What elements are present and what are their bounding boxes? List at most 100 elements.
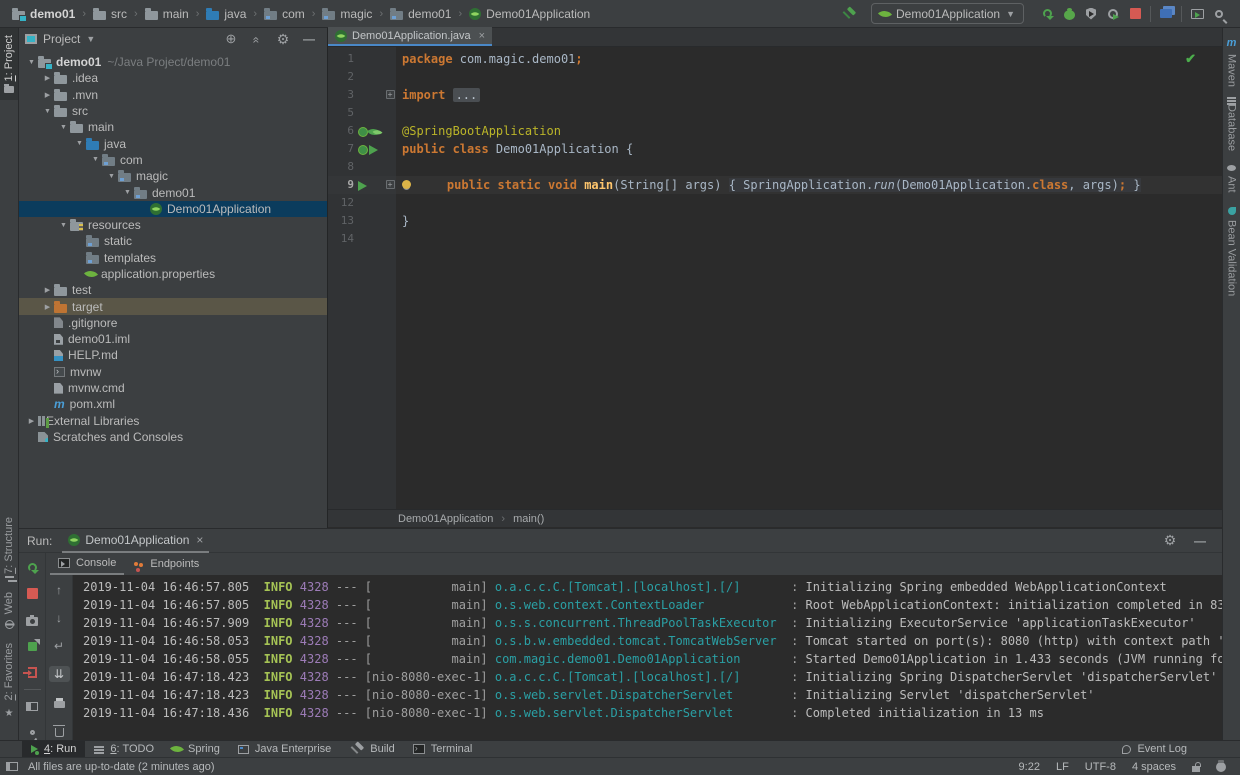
code-line[interactable]: 7public class Demo01Application { (328, 140, 1222, 158)
code-line[interactable]: 5 (328, 104, 1222, 122)
tree-item[interactable]: static (19, 233, 327, 249)
debug-button[interactable] (1058, 3, 1080, 25)
dump-threads-button[interactable] (22, 639, 43, 653)
tree-item[interactable]: Scratches and Consoles (19, 429, 327, 445)
breadcrumb-item[interactable]: demo01 (388, 7, 453, 21)
code-line[interactable]: 8 (328, 158, 1222, 176)
toolwindow-button-terminal[interactable]: Terminal (404, 741, 482, 758)
restore-layout-button[interactable] (22, 699, 43, 713)
leaves-gutter-button[interactable] (369, 122, 379, 140)
locate-file-button[interactable] (223, 31, 239, 47)
tree-item[interactable]: .gitignore (19, 315, 327, 331)
breadcrumb-item[interactable]: main (143, 7, 191, 21)
toolwindow-button-spring[interactable]: Spring (163, 741, 229, 758)
tree-item[interactable]: ▶.idea (19, 70, 327, 86)
editor-tab[interactable]: Demo01Application.java × (328, 27, 492, 46)
editor-breadcrumb-item[interactable]: Demo01Application (398, 513, 493, 525)
code-line[interactable]: 1package com.magic.demo01; (328, 50, 1222, 68)
tree-item[interactable]: ▶External Libraries (19, 413, 327, 429)
code-line[interactable]: 12 (328, 194, 1222, 212)
run-button[interactable] (1036, 3, 1058, 25)
run-tab[interactable]: Demo01Application × (62, 529, 209, 553)
run-anything-button[interactable] (1186, 3, 1208, 25)
inspections-ok-icon[interactable]: ✔ (1185, 51, 1196, 67)
stop-application-button[interactable] (22, 586, 43, 600)
fold-marker-icon[interactable]: + (386, 90, 395, 99)
tree-item[interactable]: Demo01Application (19, 201, 327, 217)
code-line[interactable]: 13} (328, 212, 1222, 230)
next-occurrence-button[interactable] (49, 610, 70, 626)
print-button[interactable] (49, 694, 70, 710)
code-line[interactable]: 6@SpringBootApplication (328, 122, 1222, 140)
toolwindow-button-1-project[interactable]: 1: Project (0, 28, 18, 100)
stop-button[interactable] (1124, 3, 1146, 25)
clear-all-button[interactable] (49, 722, 70, 738)
soft-wrap-button[interactable] (49, 638, 70, 654)
tree-item[interactable]: ▼main (19, 119, 327, 135)
tree-item[interactable]: ▶target (19, 298, 327, 314)
tree-item[interactable]: ▼magic (19, 168, 327, 184)
tree-item[interactable]: ▼java (19, 135, 327, 151)
collapse-all-button[interactable] (249, 31, 265, 47)
intention-bulb-icon[interactable] (402, 180, 411, 189)
project-panel-title-dropdown[interactable]: Project ▼ (25, 32, 95, 46)
toolwindow-button-bean-validation[interactable]: Bean Validation (1223, 200, 1240, 303)
tree-item[interactable]: mvnw (19, 364, 327, 380)
breadcrumb-item[interactable]: Demo01Application (467, 7, 592, 21)
tree-item[interactable]: ▶.mvn (19, 87, 327, 103)
tree-item[interactable]: ▼demo01~/Java Project/demo01 (19, 54, 327, 70)
code-line[interactable]: 14 (328, 230, 1222, 248)
toolwindow-button-build[interactable]: Build (340, 741, 403, 758)
code-line[interactable]: 2 (328, 68, 1222, 86)
project-settings-button[interactable] (275, 31, 291, 47)
exit-button[interactable] (22, 666, 43, 680)
tree-item[interactable]: mvnw.cmd (19, 380, 327, 396)
toolwindow-button-4-run[interactable]: 4: Run (22, 741, 85, 758)
run-gutter-button[interactable] (369, 140, 378, 158)
bean-gutter-button[interactable] (358, 140, 368, 158)
hide-run-panel-button[interactable] (1192, 533, 1208, 549)
toolwindow-button-java-enterprise[interactable]: Java Enterprise (229, 741, 340, 758)
run-configuration-select[interactable]: Demo01Application ▼ (871, 3, 1024, 24)
event-log-button[interactable]: Event Log (1113, 741, 1196, 758)
close-icon[interactable]: × (479, 30, 485, 42)
pin-tab-button[interactable] (22, 726, 43, 740)
search-everywhere-button[interactable] (1208, 3, 1230, 25)
breadcrumb-item[interactable]: src (91, 7, 129, 21)
tab-endpoints[interactable]: Endpoints (126, 553, 207, 575)
file-encoding[interactable]: UTF-8 (1085, 761, 1116, 773)
code-editor[interactable]: ✔ 1package com.magic.demo01;23+import ..… (328, 47, 1222, 509)
prev-occurrence-button[interactable] (49, 582, 70, 598)
tree-item[interactable]: application.properties (19, 266, 327, 282)
thread-snapshot-button[interactable] (22, 613, 43, 627)
breadcrumb-item[interactable]: java (204, 7, 248, 21)
toolwindow-button-ant[interactable]: Ant (1223, 158, 1240, 200)
run-gutter-button[interactable] (358, 176, 367, 194)
profiler-button[interactable] (1102, 3, 1124, 25)
tree-item[interactable]: pom.xml (19, 396, 327, 412)
tree-item[interactable]: ▼demo01 (19, 184, 327, 200)
caret-position[interactable]: 9:22 (1019, 761, 1040, 773)
tree-item[interactable]: HELP.md (19, 347, 327, 363)
tree-item[interactable]: templates (19, 250, 327, 266)
tree-item[interactable]: demo01.iml (19, 331, 327, 347)
indent-size[interactable]: 4 spaces (1132, 761, 1176, 773)
run-settings-button[interactable] (1162, 533, 1178, 549)
tree-item[interactable]: ▼src (19, 103, 327, 119)
breadcrumb-item[interactable]: demo01 (10, 7, 77, 21)
console-output[interactable]: 2019-11-04 16:46:57.805 INFO 4328 --- [ … (73, 575, 1222, 740)
tree-item[interactable]: ▼resources (19, 217, 327, 233)
code-line[interactable]: 9+ public static void main(String[] args… (328, 176, 1222, 194)
toolwindow-button-7-structure[interactable]: 7: Structure (0, 510, 18, 585)
close-icon[interactable]: × (196, 533, 203, 547)
breadcrumb-item[interactable]: magic (320, 7, 374, 21)
tree-item[interactable]: ▼com (19, 152, 327, 168)
tree-item[interactable]: ▶test (19, 282, 327, 298)
toolwindow-button-2-favorites[interactable]: 2: Favorites (0, 636, 18, 726)
line-separator[interactable]: LF (1056, 761, 1069, 773)
scroll-to-end-button[interactable] (49, 666, 70, 682)
highlighting-level-button[interactable] (1216, 761, 1226, 773)
toolwindow-button-database[interactable]: Database (1223, 94, 1240, 158)
tab-console[interactable]: Console (50, 553, 124, 575)
run-with-coverage-button[interactable] (1080, 3, 1102, 25)
